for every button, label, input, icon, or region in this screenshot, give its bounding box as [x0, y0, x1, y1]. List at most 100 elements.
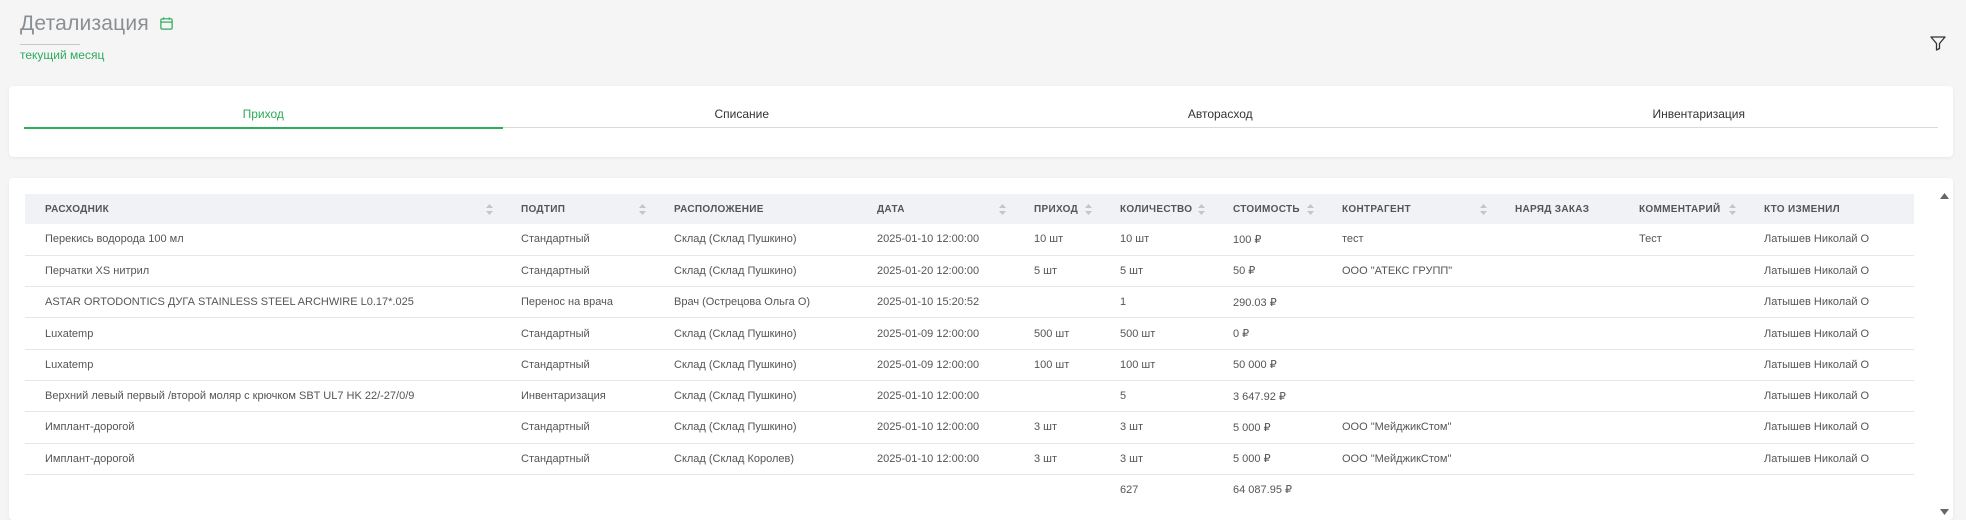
cell-data: 2025-01-10 12:00:00 [857, 380, 1014, 413]
cell-raskhodnik: ASTAR ORTODONTICS ДУГА STAINLESS STEEL A… [25, 286, 501, 319]
cell-stoimost: 5 000 ₽ [1213, 443, 1322, 475]
column-header-podtip[interactable]: Подтип [501, 194, 654, 224]
cell-prihod [1014, 286, 1100, 319]
column-label: Стоимость [1233, 203, 1300, 215]
column-header-kolichestvo[interactable]: Количество [1100, 194, 1213, 224]
cell-raskhodnik: Перчатки XS нитрил [25, 255, 501, 288]
cell-podtip: Стандартный [501, 411, 654, 444]
cell-kontragent: тест [1322, 224, 1495, 256]
column-header-prihod[interactable]: Приход [1014, 194, 1100, 224]
column-header-data[interactable]: Дата [857, 194, 1014, 224]
cell-raskhodnik: Перекись водорода 100 мл [25, 224, 501, 256]
period-selector[interactable]: текущий месяц [20, 48, 175, 62]
sort-icon[interactable] [1729, 203, 1736, 215]
column-header-raspolozhenie[interactable]: Расположение [654, 194, 857, 224]
cell-stoimost: 50 000 ₽ [1213, 349, 1322, 381]
cell-kontragent [1322, 380, 1495, 413]
cell-prihod: 3 шт [1014, 411, 1100, 444]
total-quantity: 627 [1120, 483, 1139, 496]
cell-kto-izmenil: Латышев Николай О [1744, 380, 1914, 413]
cell-naryad-zakaz [1495, 443, 1619, 475]
column-header-kto-izmenil[interactable]: Кто изменил [1744, 194, 1914, 224]
page-header: Детализация текущий месяц [20, 12, 175, 62]
cell-data: 2025-01-10 12:00:00 [857, 224, 1014, 256]
tab-inventarizaciya[interactable]: Инвентаризация [1460, 106, 1939, 127]
cell-kolichestvo: 500 шт [1100, 317, 1213, 350]
column-header-naryad-zakaz[interactable]: Наряд заказ [1495, 194, 1619, 224]
table-row[interactable]: Перекись водорода 100 мл Стандартный Склад… [25, 224, 1914, 256]
table-row[interactable]: Перчатки XS нитрил Стандартный Склад (Скла… [25, 255, 1914, 288]
tab-spisanie[interactable]: Списание [503, 106, 982, 127]
column-label: Расходник [45, 203, 109, 215]
cell-prihod: 10 шт [1014, 224, 1100, 256]
column-header-stoimost[interactable]: Стоимость [1213, 194, 1322, 224]
column-label: Подтип [521, 203, 566, 215]
cell-kontragent [1322, 286, 1495, 319]
cell-raskhodnik: Luxatemp [25, 349, 501, 381]
cell-kto-izmenil: Латышев Николай О [1744, 286, 1914, 319]
scroll-up-icon[interactable] [1940, 186, 1949, 204]
cell-naryad-zakaz [1495, 286, 1619, 319]
table-row[interactable]: Верхний левый первый /второй моляр с крю… [25, 380, 1914, 413]
scroll-down-icon[interactable] [1940, 502, 1949, 520]
sort-icon[interactable] [1085, 203, 1092, 215]
filter-icon[interactable] [1929, 34, 1947, 52]
cell-kto-izmenil: Латышев Николай О [1744, 411, 1914, 444]
table-container: Расходник Подтип Расположение Дата Прихо… [25, 194, 1914, 504]
cell-kommentariy [1619, 380, 1744, 413]
column-label: Расположение [674, 203, 764, 215]
sort-icon[interactable] [486, 203, 493, 215]
sort-icon[interactable] [999, 203, 1006, 215]
cell-kolichestvo: 1 [1100, 286, 1213, 319]
cell-kolichestvo: 5 шт [1100, 255, 1213, 288]
column-header-raskhodnik[interactable]: Расходник [25, 194, 501, 224]
cell-kto-izmenil: Латышев Николай О [1744, 349, 1914, 381]
table-row[interactable]: ASTAR ORTODONTICS ДУГА STAINLESS STEEL A… [25, 286, 1914, 319]
column-header-kommentariy[interactable]: Комментарий [1619, 194, 1744, 224]
table-card: Расходник Подтип Расположение Дата Прихо… [9, 178, 1953, 520]
cell-kontragent: ООО "МейджикСтом" [1322, 443, 1495, 475]
cell-stoimost: 5 000 ₽ [1213, 411, 1322, 444]
column-label: Кто изменил [1764, 203, 1840, 215]
cell-naryad-zakaz [1495, 349, 1619, 381]
table-row[interactable]: Имплант-дорогой Стандартный Склад (Склад П… [25, 411, 1914, 444]
details-table: Расходник Подтип Расположение Дата Прихо… [25, 194, 1914, 504]
table-row[interactable]: Luxatemp Стандартный Склад (Склад Пушкино)… [25, 317, 1914, 350]
cell-prihod [1014, 380, 1100, 413]
cell-raspolozhenie: Склад (Склад Пушкино) [654, 224, 857, 256]
sort-icon[interactable] [1480, 203, 1487, 215]
tab-avtorashod[interactable]: Авторасход [981, 106, 1460, 127]
calendar-icon[interactable] [159, 16, 175, 32]
cell-kolichestvo: 3 шт [1100, 411, 1213, 444]
cell-kommentariy [1619, 349, 1744, 381]
cell-raskhodnik: Верхний левый первый /второй моляр с крю… [25, 380, 501, 413]
cell-data: 2025-01-10 15:20:52 [857, 286, 1014, 319]
column-header-kontragent[interactable]: Контрагент [1322, 194, 1495, 224]
sort-icon[interactable] [1198, 203, 1205, 215]
cell-prihod: 3 шт [1014, 443, 1100, 475]
cell-data: 2025-01-10 12:00:00 [857, 443, 1014, 475]
vertical-scrollbar[interactable] [1936, 178, 1953, 520]
cell-stoimost: 50 ₽ [1213, 255, 1322, 288]
cell-podtip: Стандартный [501, 255, 654, 288]
cell-kto-izmenil: Латышев Николай О [1744, 255, 1914, 288]
totals-row: 627 64 087.95 ₽ [25, 474, 1914, 504]
table-header-row: Расходник Подтип Расположение Дата Прихо… [25, 194, 1914, 224]
cell-raskhodnik: Luxatemp [25, 317, 501, 350]
cell-prihod: 100 шт [1014, 349, 1100, 381]
cell-podtip: Стандартный [501, 349, 654, 381]
page-title: Детализация [20, 12, 149, 35]
sort-icon[interactable] [639, 203, 646, 215]
tab-prihod[interactable]: Приход [24, 106, 503, 129]
cell-raskhodnik: Имплант-дорогой [25, 443, 501, 475]
table-row[interactable]: Имплант-дорогой Стандартный Склад (Склад К… [25, 443, 1914, 475]
table-row[interactable]: Luxatemp Стандартный Склад (Склад Пушкино)… [25, 349, 1914, 381]
cell-kontragent: ООО "МейджикСтом" [1322, 411, 1495, 444]
cell-raspolozhenie: Склад (Склад Пушкино) [654, 317, 857, 350]
cell-stoimost: 290.03 ₽ [1213, 286, 1322, 319]
column-label: Дата [877, 203, 905, 215]
cell-stoimost: 3 647.92 ₽ [1213, 380, 1322, 413]
sort-icon[interactable] [1307, 203, 1314, 215]
cell-kolichestvo: 100 шт [1100, 349, 1213, 381]
cell-naryad-zakaz [1495, 380, 1619, 413]
